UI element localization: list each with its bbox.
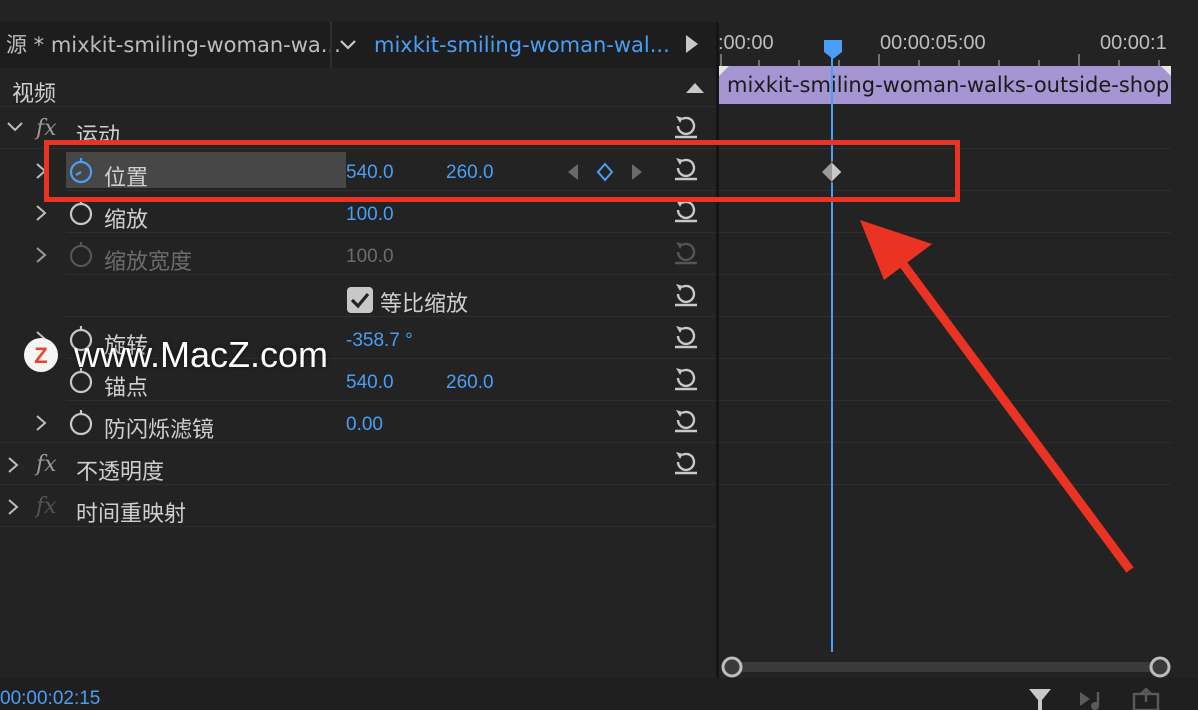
property-scale-label: 缩放 [104,208,149,233]
panel-splitter[interactable] [716,22,719,678]
watermark-text: www.MacZ.com [74,334,329,375]
effect-opacity-label: 不透明度 [76,460,165,485]
section-video-label: 视频 [12,82,57,107]
reset-icon[interactable] [672,406,700,434]
row-divider [66,316,716,317]
annotation-arrow [860,220,1134,573]
anchor-x-value[interactable]: 540.0 [346,372,394,394]
row-divider [0,526,716,527]
reset-icon [675,242,697,265]
rotation-value[interactable]: -358.7 ° [346,330,413,352]
scale-value[interactable]: 100.0 [346,204,394,226]
annotation-highlight-box [44,140,960,202]
chevron-right-icon [36,247,47,263]
current-timecode[interactable]: 00:00:02:15 [0,688,100,710]
uniform-scale-checkbox[interactable] [346,286,374,314]
loop-audio-icon[interactable] [1078,688,1108,710]
fx-icon: fx [36,494,57,519]
fx-icon[interactable]: fx [36,116,57,141]
tab-effect-controls-clip[interactable]: mixkit-smiling-woman-wal... [374,22,670,68]
row-divider [0,106,716,107]
clip-start-marker [719,66,729,76]
play-icon[interactable] [684,33,700,55]
scale-width-value: 100.0 [346,246,394,267]
stopwatch-icon[interactable] [68,408,94,436]
collapse-triangle-icon[interactable] [684,80,706,96]
fx-icon[interactable]: fx [36,452,57,477]
reset-icon[interactable] [672,112,700,140]
playhead-handle[interactable] [822,38,844,60]
chevron-down-icon[interactable] [6,120,24,134]
clip-name: mixkit-smiling-woman-walks-outside-shopp… [727,73,1171,97]
stopwatch-icon[interactable] [68,198,94,226]
chevron-right-icon[interactable] [6,498,20,516]
timeline-zoom-scrollbar[interactable] [720,656,1172,678]
reset-icon[interactable] [672,280,700,308]
row-divider [0,484,716,485]
export-icon[interactable] [1132,688,1162,710]
watermark-logo-letter: Z [34,343,47,368]
stopwatch-icon [69,242,93,268]
row-divider [66,400,716,401]
playhead-line[interactable] [831,40,833,652]
ruler-tick-label: 00:00:05:00 [880,32,986,54]
property-scale-width-label: 缩放宽度 [104,250,193,275]
row-divider [66,232,716,233]
chevron-right-icon[interactable] [34,204,48,222]
reset-icon[interactable] [672,364,700,392]
anchor-y-value[interactable]: 260.0 [446,372,494,394]
reset-icon[interactable] [672,322,700,350]
reset-icon[interactable] [672,448,700,476]
bottom-status-bar [0,678,1198,710]
tab-divider [330,22,332,68]
effect-time-remap-label: 时间重映射 [76,502,187,527]
chevron-right-icon[interactable] [6,456,20,474]
watermark-logo: Z [24,338,58,372]
timeline-clip[interactable]: mixkit-smiling-woman-walks-outside-shopp… [719,66,1171,104]
tab-source[interactable]: 源 * mixkit-smiling-woman-wa... [6,22,341,68]
clip-end-marker [1161,66,1171,76]
filter-icon[interactable] [1028,688,1052,710]
ruler-tick-label: 00:00:1 [1100,32,1167,54]
row-divider [0,442,716,443]
uniform-scale-label: 等比缩放 [380,292,469,317]
chevron-down-icon[interactable] [338,33,358,57]
anti-flicker-value[interactable]: 0.00 [346,414,383,436]
ruler-tick-label: :00:00 [718,32,774,54]
row-divider [66,274,716,275]
chevron-right-icon[interactable] [34,414,48,432]
property-anti-flicker-label: 防闪烁滤镜 [104,418,215,443]
